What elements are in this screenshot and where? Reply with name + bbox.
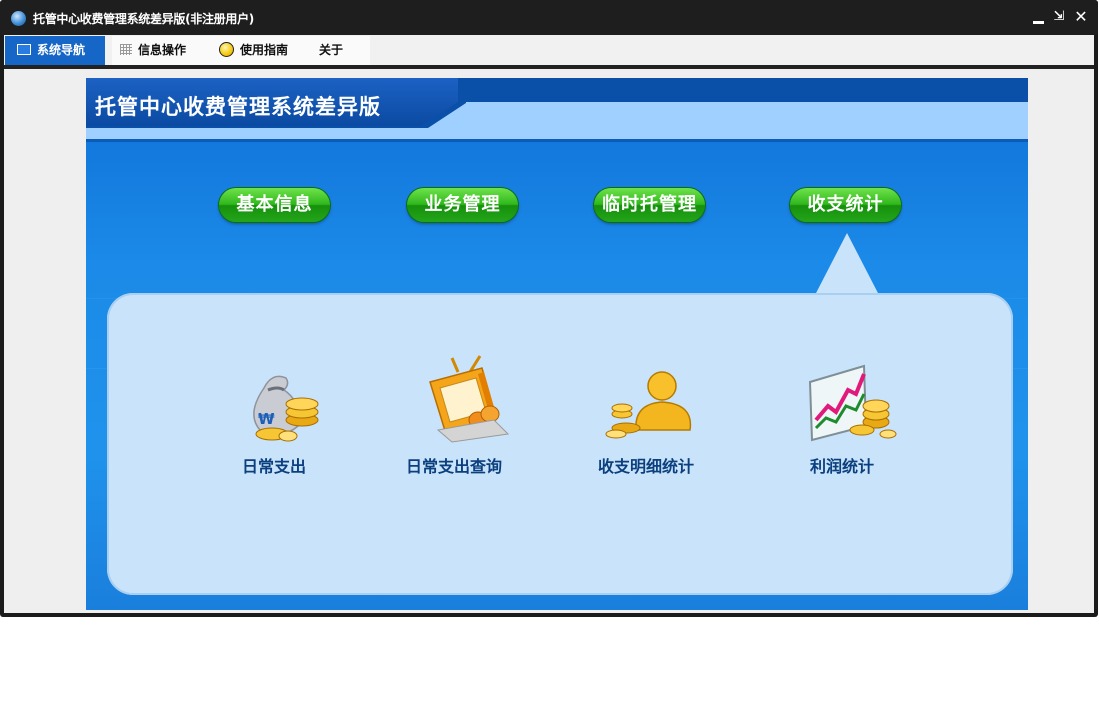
grid-icon [120, 44, 132, 55]
function-label-daily-expense[interactable]: 日常支出 [242, 453, 306, 477]
menu-label: 关于 [319, 43, 344, 57]
app-logo-icon [11, 11, 26, 26]
menu-label: 信息操作 [138, 43, 187, 57]
panel-pointer [814, 233, 880, 297]
nav-button-income-stats[interactable]: 收支统计 [790, 188, 901, 222]
close-button[interactable]: ✕ [1073, 8, 1089, 26]
menu-item-info-ops[interactable]: 信息操作 [112, 36, 208, 65]
function-label-expense-query[interactable]: 日常支出查询 [406, 453, 502, 477]
chart-coins-icon[interactable] [804, 362, 900, 444]
menu-item-user-guide[interactable]: 使用指南 [207, 36, 311, 65]
banner-divider [86, 139, 1028, 142]
restore-button[interactable]: ⇲ [1051, 8, 1067, 26]
navigation-banner: 托管中心收费管理系统差异版 基本信息 业务管理 临时托管理 收支统计 [86, 78, 1028, 610]
svg-text:₩: ₩ [258, 410, 275, 428]
function-label-income-detail[interactable]: 收支明细统计 [598, 453, 694, 477]
menu-label: 系统导航 [37, 43, 86, 57]
function-label-profit-stats[interactable]: 利润统计 [810, 453, 874, 477]
menu-item-about[interactable]: 关于 [306, 36, 370, 65]
nav-button-basic-info[interactable]: 基本信息 [219, 188, 330, 222]
minimize-button[interactable] [1031, 8, 1047, 26]
menu-label: 使用指南 [240, 43, 289, 57]
tv-coins-icon[interactable] [422, 354, 514, 444]
help-icon [219, 42, 234, 57]
monitor-icon [17, 44, 31, 55]
function-panel [107, 293, 1013, 595]
menu-bar: 系统导航 信息操作 使用指南 关于 [4, 35, 1094, 65]
money-bag-coins-icon[interactable]: ₩ [242, 368, 322, 444]
window-title: 托管中心收费管理系统差异版(非注册用户) [33, 12, 254, 26]
nav-button-temp-care[interactable]: 临时托管理 [594, 188, 705, 222]
menu-item-system-nav[interactable]: 系统导航 [5, 36, 105, 65]
nav-button-business-mgmt[interactable]: 业务管理 [407, 188, 518, 222]
title-bar[interactable]: 托管中心收费管理系统差异版(非注册用户) ⇲ ✕ [0, 0, 1098, 35]
gold-person-coins-icon[interactable] [604, 368, 696, 442]
system-title: 托管中心收费管理系统差异版 [95, 95, 381, 119]
